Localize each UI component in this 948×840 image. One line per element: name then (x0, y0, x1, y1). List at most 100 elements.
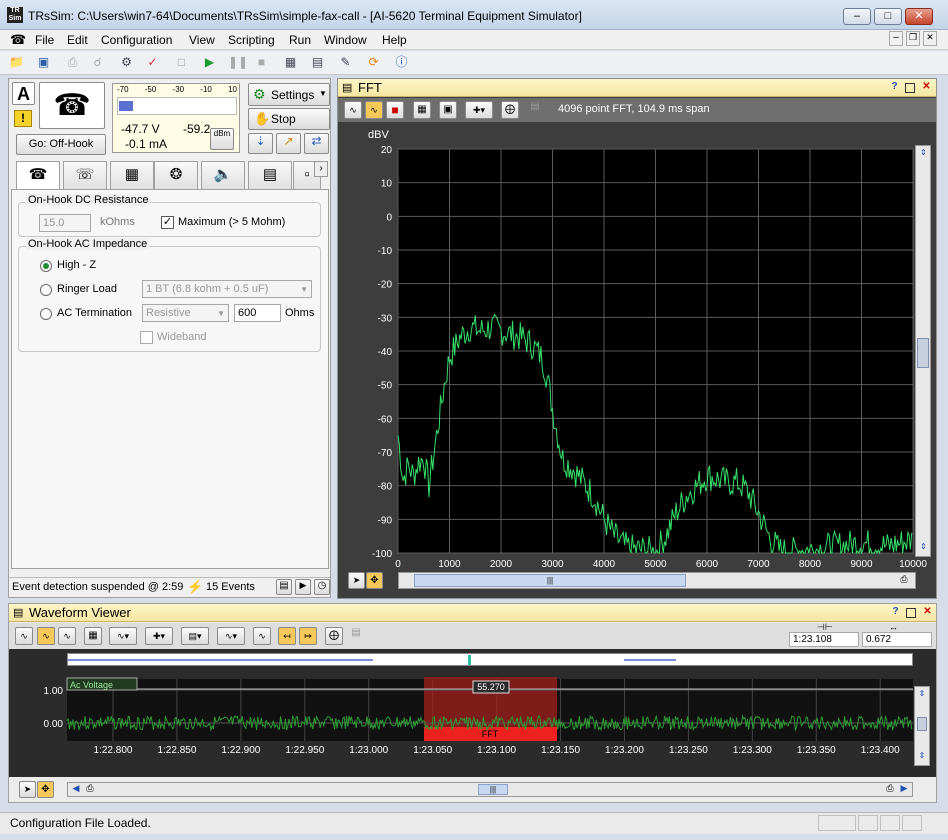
maximum-checkbox[interactable]: ✓ (161, 216, 174, 229)
cursor-time-field[interactable]: 1:23.108 (789, 632, 859, 647)
fft-mode-icon[interactable]: ∿ (344, 101, 362, 119)
notes-icon[interactable]: ▤ (309, 54, 326, 71)
tab-keypad[interactable]: ▦ (110, 161, 154, 189)
scroll-up-icon[interactable]: ⇕ (918, 148, 929, 159)
pan-tool-icon[interactable]: ✥ (366, 572, 383, 589)
mdi-close-button[interactable]: ✕ (923, 31, 937, 46)
wave-fit-icon[interactable]: ∿ (253, 627, 271, 645)
high-z-radio[interactable] (40, 260, 52, 272)
pan-tool-icon[interactable]: ✥ (37, 781, 54, 798)
menu-run[interactable]: Run (289, 33, 311, 47)
menu-view[interactable]: View (189, 33, 215, 47)
open-folder-icon[interactable]: 📁 (8, 54, 25, 71)
wave-remove-icon[interactable]: ▤ (348, 627, 364, 645)
fft-hscroll-end-icon[interactable]: ⎙ (897, 574, 911, 587)
save-icon[interactable]: ▣ (35, 54, 52, 71)
clock-icon[interactable]: ◷ (314, 579, 330, 595)
fft-remove-icon[interactable]: ▤ (527, 101, 543, 119)
fft-hscroll-thumb[interactable]: ||| (414, 574, 686, 587)
fft-zoom-icon[interactable]: ▣ (439, 101, 457, 119)
help-icon[interactable]: ? (889, 606, 902, 619)
off-hook-phone-button[interactable]: ☎ (39, 82, 105, 129)
fft-vertical-scrollbar[interactable]: ⇕ ⇕ (915, 145, 931, 557)
scroll-home-end-icon[interactable]: ⎙ (884, 783, 896, 796)
event-log-icon[interactable]: ▤ (276, 579, 292, 595)
menu-help[interactable]: Help (382, 33, 407, 47)
import-icon[interactable]: ⇣ (248, 133, 273, 154)
mdi-restore-button[interactable]: ❐ (906, 31, 920, 46)
pointer-tool-icon[interactable]: ➤ (19, 781, 36, 798)
edit-check-icon[interactable]: ✎ (337, 54, 354, 71)
wave-left-cursor-icon[interactable]: ↤ (278, 627, 296, 645)
ac-type-select[interactable]: Resistive ▼ (142, 304, 229, 322)
ringer-load-radio[interactable] (40, 284, 52, 296)
checklist-icon[interactable]: ✓ (144, 54, 161, 71)
menu-file[interactable]: File (35, 33, 54, 47)
wave-trace-icon[interactable]: ∿ (15, 627, 33, 645)
line-selector[interactable]: A (12, 82, 35, 105)
maximize-button[interactable]: □ (874, 8, 902, 25)
ac-ohms-input[interactable]: 600 (234, 304, 281, 322)
menu-scripting[interactable]: Scripting (228, 33, 275, 47)
close-icon[interactable]: ✕ (921, 606, 934, 619)
scroll-end-icon[interactable]: ▶ (898, 783, 910, 796)
wave-hscroll-thumb[interactable]: ||| (478, 784, 508, 795)
tab-speaker[interactable]: 🔈 (201, 161, 245, 189)
wave-table-icon[interactable]: ▦ (84, 627, 102, 645)
tab-scroll-right-icon[interactable]: › (314, 161, 328, 177)
stop-button[interactable]: ✋ Stop (248, 108, 330, 130)
settings-button[interactable]: ⚙ Settings ▼ (248, 83, 330, 106)
close-button[interactable]: ✕ (905, 8, 933, 25)
tab-dial[interactable]: ❂ (154, 161, 198, 189)
fft-scroll-thumb[interactable] (917, 338, 929, 368)
cursor-delta-field[interactable]: 0.672 (862, 632, 932, 647)
wave-right-cursor-icon[interactable]: ↦ (299, 627, 317, 645)
scroll-down-icon[interactable]: ⇕ (917, 751, 927, 761)
calendar-icon[interactable]: ▦ (282, 54, 299, 71)
scroll-up-icon[interactable]: ⇕ (917, 689, 927, 699)
tab-meter[interactable]: ▤ (248, 161, 292, 189)
wave-scroll-thumb[interactable] (917, 717, 927, 731)
wave-horizontal-scrollbar[interactable]: ◀ ⎙ ||| ⎙ ▶ (67, 782, 913, 797)
fft-cursor-dropdown-icon[interactable]: ✚▾ (465, 101, 493, 119)
dbm-unit-button[interactable]: dBm (210, 128, 234, 150)
maximize-icon[interactable] (906, 608, 916, 618)
ac-termination-radio[interactable] (40, 308, 52, 320)
swap-icon[interactable]: ⇄ (304, 133, 329, 154)
gear-icon[interactable]: ⚙ (118, 54, 135, 71)
ringer-load-select[interactable]: 1 BT (6.8 kohm + 0.5 uF) ▼ (142, 280, 312, 298)
event-play-icon[interactable]: ▶ (295, 579, 311, 595)
pause-icon[interactable]: ❚❚ (228, 54, 248, 71)
maximize-icon[interactable] (905, 83, 915, 93)
wave-cursor-dropdown-icon[interactable]: ✚▾ (145, 627, 173, 645)
fft-stop-icon[interactable]: ■ (386, 101, 404, 119)
dc-resistance-input[interactable]: 15.0 (39, 214, 91, 232)
fft-table-icon[interactable]: ▦ (413, 101, 431, 119)
wave-view-dropdown-icon[interactable]: ▤▾ (181, 627, 209, 645)
wave-filter-icon[interactable]: ∿ (58, 627, 76, 645)
close-icon[interactable]: ✕ (920, 81, 933, 94)
export-icon[interactable]: ↗ (276, 133, 301, 154)
go-off-hook-button[interactable]: Go: Off-Hook (16, 134, 106, 155)
scroll-start-icon[interactable]: ◀ (70, 783, 82, 796)
wave-vertical-scrollbar[interactable]: ⇕ ⇕ (914, 686, 930, 766)
tab-off-hook[interactable]: ☏ (63, 161, 107, 189)
scroll-down-icon[interactable]: ⇕ (918, 542, 929, 553)
fft-trace-icon[interactable]: ∿ (365, 101, 383, 119)
menu-edit[interactable]: Edit (67, 33, 88, 47)
wave-type-dropdown-icon[interactable]: ∿▾ (109, 627, 137, 645)
print-preview-icon[interactable]: ☌ (89, 54, 106, 71)
events-count[interactable]: 15 Events (206, 581, 255, 593)
tab-on-hook[interactable]: ☎ (16, 161, 60, 190)
refresh-icon[interactable]: ⟳ (365, 54, 382, 71)
pointer-tool-icon[interactable]: ➤ (348, 572, 365, 589)
menu-configuration[interactable]: Configuration (101, 33, 172, 47)
mdi-minimize-button[interactable]: – (889, 31, 903, 46)
run-icon[interactable]: ▶ (201, 54, 218, 71)
scroll-home-icon[interactable]: ⎙ (84, 783, 96, 796)
new-script-icon[interactable]: □ (173, 54, 190, 71)
wave-measure-dropdown-icon[interactable]: ∿▾ (217, 627, 245, 645)
help-icon[interactable]: ⓘ (393, 54, 410, 71)
menu-window[interactable]: Window (324, 33, 367, 47)
wave-marker-icon[interactable]: ∿ (37, 627, 55, 645)
